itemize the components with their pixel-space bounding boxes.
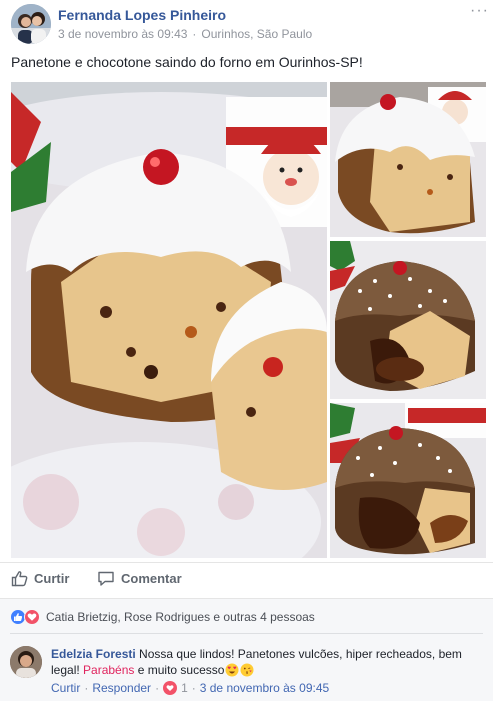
post-location[interactable]: Ourinhos, São Paulo bbox=[201, 27, 312, 41]
photo-thumb-2[interactable] bbox=[330, 241, 486, 399]
comment-like-link[interactable]: Curtir bbox=[51, 681, 80, 695]
photo-thumb-3[interactable] bbox=[330, 403, 486, 558]
love-reaction-icon bbox=[24, 609, 40, 625]
comment-timestamp[interactable]: 3 de novembro às 09:45 bbox=[200, 681, 329, 695]
comment-button[interactable]: Comentar bbox=[97, 570, 182, 587]
photo-main[interactable] bbox=[11, 82, 327, 558]
comment-icon bbox=[98, 571, 114, 586]
meta-separator: · bbox=[192, 27, 197, 41]
panettone-photo-icon bbox=[330, 82, 486, 237]
heart-eyes-emoji-icon bbox=[225, 663, 239, 677]
reactions-section: Catia Brietzig, Rose Rodrigues e outras … bbox=[0, 598, 493, 701]
comment-actions: Curtir · Responder · 1 · 3 de novembro à… bbox=[51, 681, 329, 695]
post-header: Fernanda Lopes Pinheiro 3 de novembro às… bbox=[0, 0, 493, 50]
more-options-icon[interactable]: ··· bbox=[470, 2, 489, 20]
reaction-names: Catia Brietzig, Rose Rodrigues e outras … bbox=[46, 610, 315, 624]
comment-text-end: e muito sucesso bbox=[134, 663, 225, 677]
chocottone-photo-icon bbox=[330, 241, 486, 399]
author-avatar[interactable] bbox=[11, 4, 51, 44]
kiss-emoji-icon bbox=[240, 663, 254, 677]
like-button[interactable]: Curtir bbox=[11, 570, 69, 587]
panettone-photo-icon bbox=[11, 82, 327, 558]
separator: · bbox=[84, 681, 89, 695]
post-caption: Panetone e chocotone saindo do forno em … bbox=[11, 54, 363, 70]
comment-reply-link[interactable]: Responder bbox=[92, 681, 151, 695]
divider bbox=[10, 633, 483, 634]
chocottone-photo-icon bbox=[330, 403, 486, 558]
author-name[interactable]: Fernanda Lopes Pinheiro bbox=[58, 7, 226, 23]
reaction-summary[interactable]: Catia Brietzig, Rose Rodrigues e outras … bbox=[10, 609, 315, 625]
photo-grid bbox=[11, 82, 486, 558]
like-label: Curtir bbox=[34, 571, 70, 586]
comment-reaction-count: 1 bbox=[181, 681, 188, 695]
comment-body: Edelzia Foresti Nossa que lindos! Paneto… bbox=[51, 646, 471, 678]
separator: · bbox=[155, 681, 160, 695]
photo-thumb-1[interactable] bbox=[330, 82, 486, 237]
separator: · bbox=[191, 681, 196, 695]
post-date[interactable]: 3 de novembro às 09:43 bbox=[58, 27, 187, 41]
comment-highlight[interactable]: Parabéns bbox=[83, 663, 134, 677]
commenter-avatar[interactable] bbox=[10, 646, 42, 678]
comment-love-icon[interactable] bbox=[163, 681, 178, 695]
post-actions: Curtir Comentar bbox=[0, 562, 493, 594]
thumbs-up-icon bbox=[11, 571, 28, 587]
comment-label: Comentar bbox=[121, 571, 182, 586]
commenter-name[interactable]: Edelzia Foresti bbox=[51, 647, 136, 661]
post-meta: 3 de novembro às 09:43 · Ourinhos, São P… bbox=[58, 27, 312, 41]
